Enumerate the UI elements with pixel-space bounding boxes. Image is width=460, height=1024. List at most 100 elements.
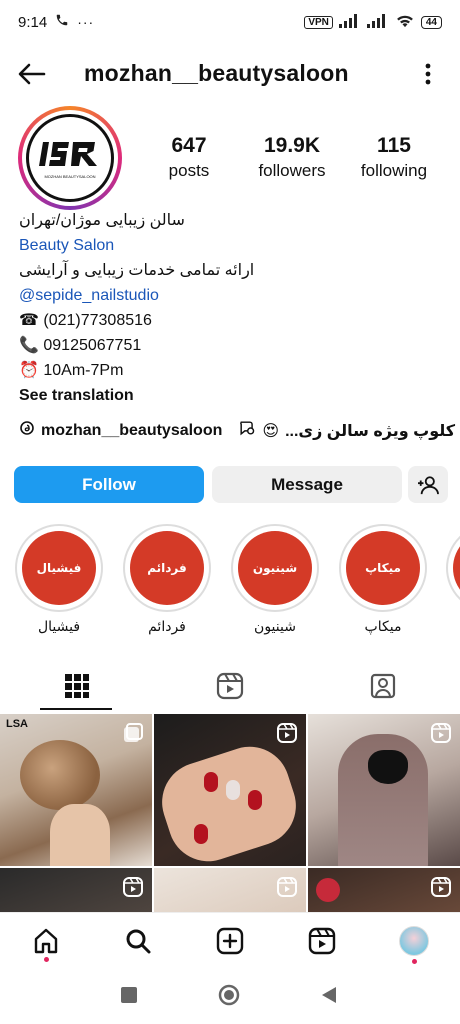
create-post-icon [216,927,244,955]
phone-status-icon [55,13,69,31]
post-tile-braids[interactable] [0,868,152,912]
home-icon [34,928,58,954]
channel-icon [238,420,256,441]
highlight-partial[interactable] [446,524,460,612]
post-tile-nails[interactable] [154,714,306,866]
highlight-facial[interactable]: فیشیال فیشیال [14,524,104,635]
posts-stat[interactable]: 647 posts [160,134,218,181]
post-tile-face[interactable] [154,868,306,912]
status-bar: 9:14 ··· VPN 44 [0,0,460,44]
reel-icon [431,877,451,897]
tab-tagged[interactable] [306,662,459,710]
salon-logo-mark [39,141,97,166]
profile-category[interactable]: Beauty Salon [19,233,449,258]
tab-reels[interactable] [153,662,306,710]
post-nail-shape [204,772,218,792]
reel-icon [431,723,451,743]
status-time: 9:14 [18,13,48,31]
highlight-label: شینیون [254,618,296,634]
following-stat[interactable]: 115 following [354,134,434,181]
nav-reels[interactable] [306,925,338,957]
bio-phone-mobile[interactable]: 📞 09125067751 [19,333,449,358]
tab-posts-grid[interactable] [0,662,153,710]
post-nail-shape [226,780,240,800]
see-translation-link[interactable]: See translation [19,383,449,408]
suggested-users-button[interactable] [408,466,448,503]
message-button[interactable]: Message [212,466,402,503]
highlight-cover: فیشیال [22,531,96,605]
home-circle-icon [218,984,240,1006]
signal-icon [338,13,361,31]
followers-count: 19.9K [263,134,321,157]
vpn-badge: VPN [304,15,333,29]
broadcast-channel-name[interactable]: کلوپ ویژه سالن زی... [285,421,455,441]
reels-icon [308,927,336,955]
bio-phone-landline[interactable]: ☎ (021)77308516 [19,308,449,333]
post-watermark-logo: LSA [6,718,28,730]
threads-handle[interactable]: mozhan__beautysaloon [41,422,222,440]
bio-hours: ⏰ 10Am-7Pm [19,362,124,379]
post-tile-flowers[interactable] [308,868,460,912]
nav-search[interactable] [122,925,154,957]
posts-count: 647 [171,134,207,157]
reel-icon [277,877,297,897]
wifi-icon [395,13,415,31]
home-notification-dot [44,957,49,962]
followers-stat[interactable]: 19.9K followers [250,134,334,181]
add-user-icon [418,475,439,494]
post-nail-shape [248,790,262,810]
highlight-perm[interactable]: فردائم فردائم [122,524,212,635]
system-navigation [0,970,460,1024]
bio-mention-link[interactable]: @sepide_nailstudio [19,283,449,308]
threads-row[interactable]: mozhan__beautysaloon 😍 کلوپ ویژه سالن زی… [19,420,455,441]
post-nail-shape [194,824,208,844]
back-button[interactable] [14,56,50,92]
own-avatar [399,926,429,956]
back-arrow-icon [18,63,46,85]
search-icon [126,929,151,954]
signal-icon-2 [366,13,389,31]
more-options-button[interactable] [418,56,438,92]
highlight-label: فردائم [148,618,186,634]
post-bow-shape [368,750,408,784]
vertical-dots-icon [425,63,431,85]
highlight-updo[interactable]: شینیون شینیون [230,524,320,635]
highlight-cover: فردائم [130,531,204,605]
profile-notification-dot [412,959,417,964]
highlight-makeup[interactable]: میکاپ میکاپ [338,524,428,635]
back-system-button[interactable] [320,986,338,1009]
channel-emoji: 😍 [262,422,280,440]
follow-button[interactable]: Follow [14,466,204,503]
bio-description: ارائه تمامی خدمات زیبایی و آرایشی [19,262,255,279]
recents-button[interactable] [120,986,138,1009]
profile-bio: سالن زیبایی موژان/تهران Beauty Salon ارا… [19,208,449,408]
post-tile-bow[interactable] [308,714,460,866]
reel-icon [277,723,297,743]
profile-avatar[interactable]: MOZHAN BEAUTYSALOON [18,106,122,210]
tagged-person-icon [370,673,395,699]
highlight-label: میکاپ [364,618,402,634]
post-tile-updo[interactable]: LSA [0,714,152,866]
post-neck-shape [50,804,110,866]
salon-logo: MOZHAN BEAUTYSALOON [26,114,114,202]
nav-create[interactable] [214,925,246,957]
post-flower-shape [316,878,340,902]
back-triangle-icon [322,987,336,1003]
home-system-button[interactable] [218,984,240,1011]
grid-icon [64,674,89,698]
posts-grid: LSA [0,714,460,912]
active-tab-indicator [40,708,112,710]
more-notifications-icon: ··· [77,14,95,30]
multi-photo-icon [124,723,143,742]
battery-indicator: 44 [420,15,442,29]
profile-tabs [0,662,460,710]
profile-display-name: سالن زیبایی موژان/تهران [19,212,185,229]
profile-header: mozhan__beautysaloon [0,52,460,96]
nav-home[interactable] [30,925,62,957]
following-label: following [360,161,428,180]
followers-label: followers [258,161,326,180]
following-count: 115 [377,134,411,157]
threads-icon [19,420,35,441]
highlight-label: فیشیال [37,618,81,634]
nav-profile[interactable] [398,925,430,957]
